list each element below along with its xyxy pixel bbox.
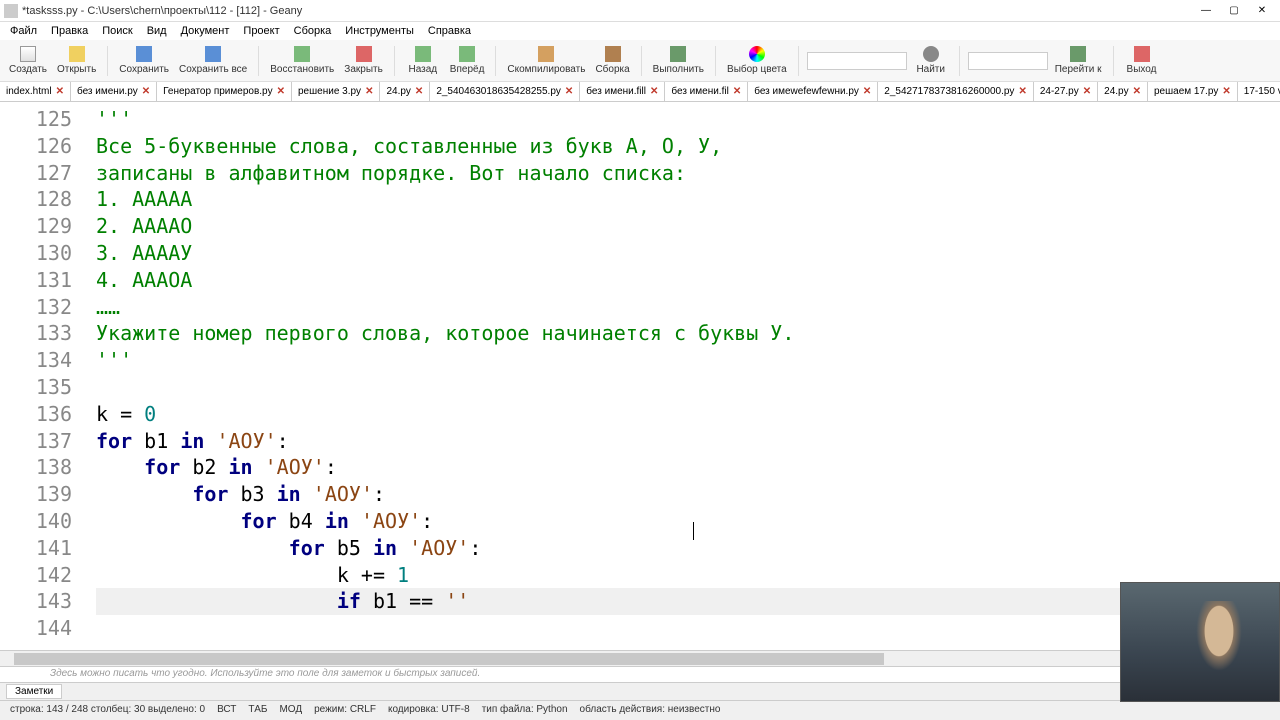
- tab-close-icon[interactable]: ✕: [142, 86, 150, 97]
- reload-button[interactable]: Восстановить: [267, 42, 337, 80]
- menu-help[interactable]: Справка: [422, 25, 477, 37]
- tab-close-icon[interactable]: ✕: [56, 86, 64, 97]
- close-window-button[interactable]: ✕: [1248, 2, 1276, 20]
- tab-label: 24.py: [1104, 86, 1128, 97]
- minimize-button[interactable]: —: [1192, 2, 1220, 20]
- webcam-overlay: [1120, 582, 1280, 702]
- notes-area[interactable]: Здесь можно писать что угодно. Используй…: [0, 666, 1280, 682]
- tab-close-icon[interactable]: ✕: [1222, 86, 1230, 97]
- file-tab[interactable]: 2_540463018635428255.py ✕: [430, 82, 580, 101]
- file-tab[interactable]: без имени.fil ✕: [665, 82, 748, 101]
- tab-label: без имени.fil: [671, 86, 728, 97]
- menu-bar: Файл Правка Поиск Вид Документ Проект Сб…: [0, 22, 1280, 40]
- tab-label: решение 3.py: [298, 86, 361, 97]
- build-button[interactable]: Сборка: [592, 42, 632, 80]
- file-tab[interactable]: без имеwefewfewни.py ✕: [748, 82, 878, 101]
- file-tab[interactable]: 2_5427178373816260000.py ✕: [878, 82, 1034, 101]
- tab-label: 24-27.py: [1040, 86, 1079, 97]
- color-button[interactable]: Выбор цвета: [724, 42, 790, 80]
- save-all-button[interactable]: Сохранить все: [176, 42, 250, 80]
- tab-label: без имени.fill: [586, 86, 646, 97]
- tab-close-icon[interactable]: ✕: [415, 86, 423, 97]
- tab-label: решаем 17.py: [1154, 86, 1218, 97]
- tab-label: без имеwefewfewни.py: [754, 86, 859, 97]
- new-button[interactable]: Создать: [6, 42, 50, 80]
- menu-file[interactable]: Файл: [4, 25, 43, 37]
- app-icon: [4, 4, 18, 18]
- find-button[interactable]: Найти: [911, 42, 951, 80]
- open-button[interactable]: Открыть: [54, 42, 99, 80]
- tab-label: 2_5427178373816260000.py: [884, 86, 1014, 97]
- tab-label: 2_540463018635428255.py: [436, 86, 561, 97]
- goto-input[interactable]: [968, 52, 1048, 70]
- title-bar: *tasksss.py - C:\Users\chern\проекты\112…: [0, 0, 1280, 22]
- tab-close-icon[interactable]: ✕: [863, 86, 871, 97]
- status-bar: строка: 143 / 248 столбец: 30 выделено: …: [0, 700, 1280, 718]
- tab-close-icon[interactable]: ✕: [277, 86, 285, 97]
- tab-close-icon[interactable]: ✕: [733, 86, 741, 97]
- tab-label: 24.py: [386, 86, 410, 97]
- compile-button[interactable]: Скомпилировать: [504, 42, 588, 80]
- menu-document[interactable]: Документ: [175, 25, 236, 37]
- file-tab[interactable]: 24-27.py ✕: [1034, 82, 1098, 101]
- close-button[interactable]: Закрыть: [341, 42, 386, 80]
- toolbar: Создать Открыть Сохранить Сохранить все …: [0, 40, 1280, 82]
- tab-label: без имени.py: [77, 86, 138, 97]
- file-tab[interactable]: решение 3.py ✕: [292, 82, 380, 101]
- editor[interactable]: 1251261271281291301311321331341351361371…: [0, 102, 1280, 650]
- status-mod: МОД: [275, 704, 306, 715]
- file-tab[interactable]: index.html ✕: [0, 82, 71, 101]
- text-cursor: [693, 522, 694, 540]
- status-position: строка: 143 / 248 столбец: 30 выделено: …: [6, 704, 209, 715]
- back-button[interactable]: Назад: [403, 42, 443, 80]
- menu-view[interactable]: Вид: [141, 25, 173, 37]
- gutter: 1251261271281291301311321331341351361371…: [0, 102, 86, 650]
- file-tab[interactable]: без имени.fill ✕: [580, 82, 665, 101]
- run-button[interactable]: Выполнить: [650, 42, 707, 80]
- tab-label: index.html: [6, 86, 52, 97]
- maximize-button[interactable]: ▢: [1220, 2, 1248, 20]
- notes-tab-bar: Заметки: [0, 682, 1280, 700]
- status-mode: режим: CRLF: [310, 704, 380, 715]
- status-encoding: кодировка: UTF-8: [384, 704, 474, 715]
- menu-edit[interactable]: Правка: [45, 25, 94, 37]
- status-tab: ТАБ: [244, 704, 271, 715]
- menu-project[interactable]: Проект: [237, 25, 285, 37]
- tab-close-icon[interactable]: ✕: [565, 86, 573, 97]
- tab-close-icon[interactable]: ✕: [650, 86, 658, 97]
- status-insert: ВСТ: [213, 704, 240, 715]
- tab-label: 17-150 var1.py: [1244, 86, 1280, 97]
- tab-bar: index.html✕без имени.py✕Генератор пример…: [0, 82, 1280, 102]
- tab-close-icon[interactable]: ✕: [1018, 86, 1026, 97]
- tab-close-icon[interactable]: ✕: [1133, 86, 1141, 97]
- h-scrollbar[interactable]: [0, 650, 1280, 666]
- search-input[interactable]: [807, 52, 907, 70]
- save-button[interactable]: Сохранить: [116, 42, 172, 80]
- menu-search[interactable]: Поиск: [96, 25, 138, 37]
- menu-tools[interactable]: Инструменты: [339, 25, 420, 37]
- menu-build[interactable]: Сборка: [288, 25, 338, 37]
- file-tab[interactable]: без имени.py ✕: [71, 82, 157, 101]
- window-title: *tasksss.py - C:\Users\chern\проекты\112…: [22, 5, 1192, 17]
- file-tab[interactable]: 17-150 var1.py✕: [1238, 82, 1280, 101]
- status-filetype: тип файла: Python: [478, 704, 572, 715]
- exit-button[interactable]: Выход: [1122, 42, 1162, 80]
- file-tab[interactable]: Генератор примеров.py ✕: [157, 82, 292, 101]
- file-tab[interactable]: 24.py ✕: [380, 82, 430, 101]
- code-area[interactable]: ''' Все 5-буквенные слова, составленные …: [86, 102, 1280, 650]
- file-tab[interactable]: решаем 17.py ✕: [1148, 82, 1238, 101]
- tab-label: Генератор примеров.py: [163, 86, 272, 97]
- tab-close-icon[interactable]: ✕: [1083, 86, 1091, 97]
- goto-button[interactable]: Перейти к: [1052, 42, 1105, 80]
- forward-button[interactable]: Вперёд: [447, 42, 488, 80]
- tab-close-icon[interactable]: ✕: [365, 86, 373, 97]
- file-tab[interactable]: 24.py ✕: [1098, 82, 1148, 101]
- status-scope: область действия: неизвестно: [576, 704, 725, 715]
- notes-tab[interactable]: Заметки: [6, 684, 62, 699]
